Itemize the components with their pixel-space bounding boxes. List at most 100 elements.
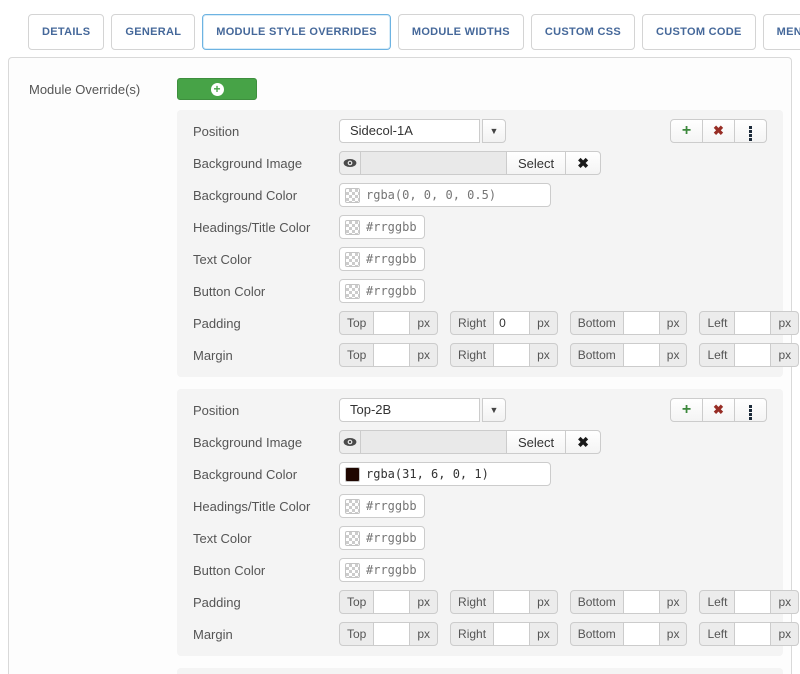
tab-module-widths[interactable]: MODULE WIDTHS: [398, 14, 524, 50]
add-row-button[interactable]: +: [670, 398, 703, 422]
margin-left-addon: Left: [699, 343, 735, 367]
padding-top-input[interactable]: [373, 311, 410, 335]
headings-color-input[interactable]: [339, 215, 425, 239]
margin-top-input[interactable]: [373, 343, 410, 367]
headings-color-label: Headings/Title Color: [193, 499, 339, 514]
position-select[interactable]: Top-2B ▼: [339, 398, 506, 422]
override-panel-2: Position Top-2B ▼ + ✖: [177, 389, 783, 656]
background-color-input[interactable]: [339, 462, 551, 486]
button-color-input[interactable]: [339, 558, 425, 582]
transparent-swatch-icon: [345, 252, 360, 267]
clear-image-button[interactable]: ✖: [565, 430, 601, 454]
add-row-button[interactable]: +: [670, 119, 703, 143]
text-color-text[interactable]: [366, 252, 419, 266]
add-override-button[interactable]: +: [177, 78, 257, 100]
remove-row-button[interactable]: ✖: [702, 398, 735, 422]
padding-top-input[interactable]: [373, 590, 410, 614]
tab-custom-code[interactable]: CUSTOM CODE: [642, 14, 756, 50]
headings-color-text[interactable]: [366, 499, 419, 513]
px-unit-addon: px: [409, 622, 438, 646]
select-image-button[interactable]: Select: [506, 151, 566, 175]
px-unit-addon: px: [770, 590, 799, 614]
text-color-label: Text Color: [193, 531, 339, 546]
preview-toggle-button[interactable]: [339, 151, 361, 175]
text-color-text[interactable]: [366, 531, 419, 545]
move-row-button[interactable]: [734, 119, 767, 143]
background-color-text[interactable]: [366, 467, 545, 481]
padding-right-input[interactable]: [493, 311, 530, 335]
padding-bottom-addon: Bottom: [570, 311, 624, 335]
button-color-text[interactable]: [366, 563, 419, 577]
text-color-label: Text Color: [193, 252, 339, 267]
margin-bottom-input[interactable]: [623, 622, 660, 646]
padding-label: Padding: [193, 595, 339, 610]
px-unit-addon: px: [529, 590, 558, 614]
px-unit-addon: px: [409, 311, 438, 335]
button-color-label: Button Color: [193, 563, 339, 578]
padding-right-addon: Right: [450, 311, 494, 335]
margin-right-input[interactable]: [493, 343, 530, 367]
px-unit-addon: px: [529, 343, 558, 367]
background-image-input[interactable]: [361, 430, 507, 454]
padding-left-addon: Left: [699, 590, 735, 614]
padding-left-input[interactable]: [734, 311, 771, 335]
x-icon: ✖: [713, 402, 724, 418]
button-color-label: Button Color: [193, 284, 339, 299]
margin-right-addon: Right: [450, 622, 494, 646]
module-overrides-label: Module Override(s): [29, 78, 177, 97]
override-panels: Position Sidecol-1A ▼ + ✖: [177, 78, 791, 674]
eye-icon: [343, 158, 357, 168]
tab-module-style-overrides[interactable]: MODULE STYLE OVERRIDES: [202, 14, 391, 50]
background-color-text[interactable]: [366, 188, 545, 202]
px-unit-addon: px: [770, 343, 799, 367]
margin-left-input[interactable]: [734, 622, 771, 646]
background-color-label: Background Color: [193, 467, 339, 482]
remove-row-button[interactable]: ✖: [702, 119, 735, 143]
margin-left-input[interactable]: [734, 343, 771, 367]
px-unit-addon: px: [529, 622, 558, 646]
margin-right-input[interactable]: [493, 622, 530, 646]
text-color-input[interactable]: [339, 247, 425, 271]
caret-down-icon[interactable]: ▼: [482, 398, 506, 422]
padding-bottom-input[interactable]: [623, 311, 660, 335]
headings-color-text[interactable]: [366, 220, 419, 234]
tab-details[interactable]: DETAILS: [28, 14, 104, 50]
transparent-swatch-icon: [345, 188, 360, 203]
caret-down-icon[interactable]: ▼: [482, 119, 506, 143]
clear-image-button[interactable]: ✖: [565, 151, 601, 175]
margin-bottom-input[interactable]: [623, 343, 660, 367]
padding-right-input[interactable]: [493, 590, 530, 614]
position-label: Position: [193, 403, 339, 418]
tab-custom-css[interactable]: CUSTOM CSS: [531, 14, 635, 50]
margin-top-input[interactable]: [373, 622, 410, 646]
px-unit-addon: px: [659, 311, 688, 335]
move-row-button[interactable]: [734, 398, 767, 422]
margin-bottom-addon: Bottom: [570, 622, 624, 646]
position-select[interactable]: Sidecol-1A ▼: [339, 119, 506, 143]
px-unit-addon: px: [659, 343, 688, 367]
headings-color-input[interactable]: [339, 494, 425, 518]
select-image-button[interactable]: Select: [506, 430, 566, 454]
margin-label: Margin: [193, 348, 339, 363]
text-color-input[interactable]: [339, 526, 425, 550]
x-icon: ✖: [577, 434, 589, 451]
padding-top-addon: Top: [339, 311, 374, 335]
background-image-input[interactable]: [361, 151, 507, 175]
headings-color-label: Headings/Title Color: [193, 220, 339, 235]
padding-bottom-input[interactable]: [623, 590, 660, 614]
button-color-text[interactable]: [366, 284, 419, 298]
background-color-input[interactable]: [339, 183, 551, 207]
color-swatch-icon: [345, 467, 360, 482]
padding-left-addon: Left: [699, 311, 735, 335]
button-color-input[interactable]: [339, 279, 425, 303]
tab-general[interactable]: GENERAL: [111, 14, 195, 50]
preview-toggle-button[interactable]: [339, 430, 361, 454]
plus-icon: +: [682, 123, 691, 139]
x-icon: ✖: [713, 123, 724, 139]
tab-menu-assignment[interactable]: MENU ASSIGNMENT: [763, 14, 800, 50]
padding-left-input[interactable]: [734, 590, 771, 614]
plus-icon: +: [682, 402, 691, 418]
transparent-swatch-icon: [345, 531, 360, 546]
panel-toolbar: + ✖: [670, 119, 767, 143]
settings-tabbar: DETAILS GENERAL MODULE STYLE OVERRIDES M…: [28, 14, 792, 50]
